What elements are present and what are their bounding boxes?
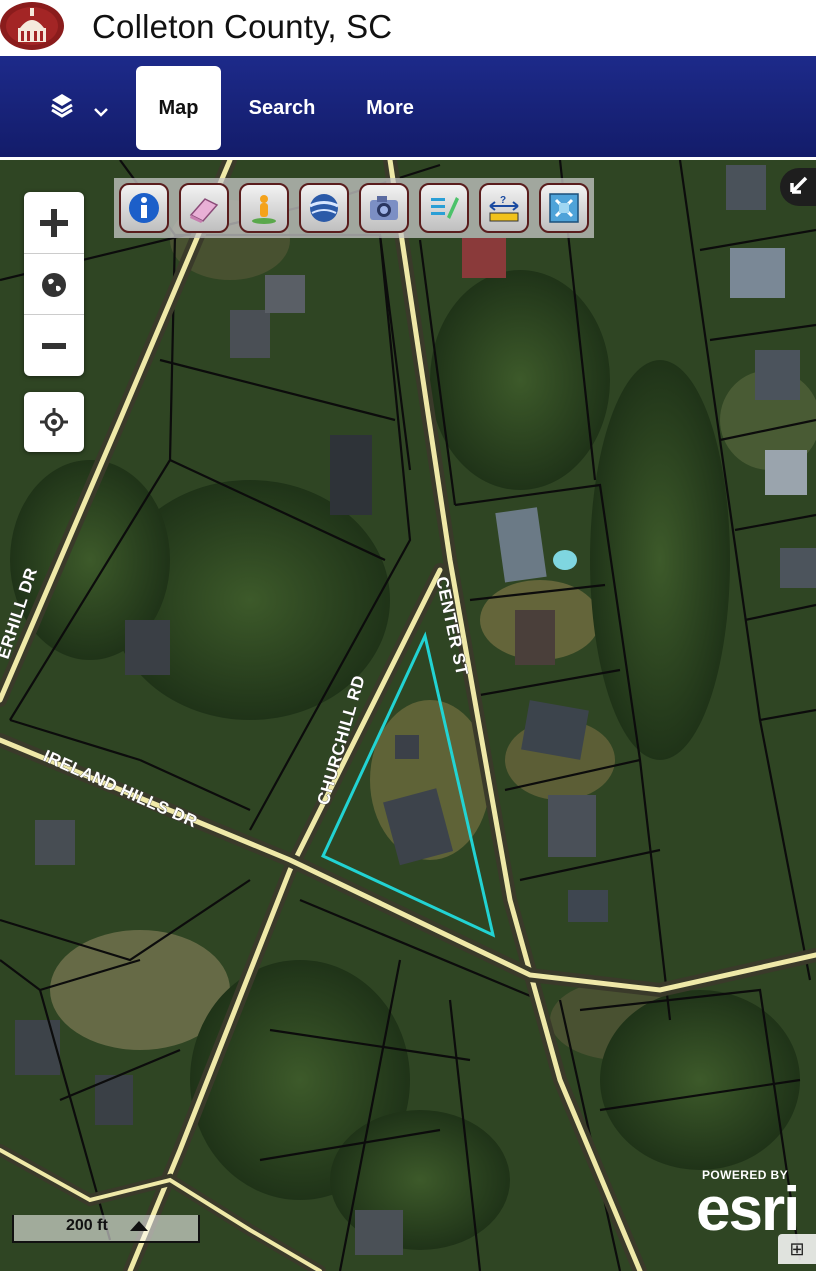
full-extent-tool-button[interactable] (539, 183, 589, 233)
edit-list-tool-button[interactable] (419, 183, 469, 233)
globe-icon (42, 272, 66, 297)
chevron-down-icon (94, 108, 108, 117)
zoom-control (24, 192, 84, 376)
zoom-in-button[interactable] (24, 192, 84, 253)
globe-icon (309, 194, 339, 222)
layers-menu-button[interactable] (44, 88, 124, 128)
locate-button[interactable] (24, 392, 84, 452)
camera-tool-button[interactable] (359, 183, 409, 233)
info-icon (129, 193, 159, 223)
plus-icon (40, 208, 68, 237)
home-extent-button[interactable] (24, 253, 84, 315)
nav-bar: Map Search More (0, 56, 816, 160)
expand-panel-button[interactable] (780, 168, 816, 206)
attribution-toggle-button[interactable]: ⊞ (778, 1234, 816, 1264)
scale-label: 200 ft (66, 1217, 108, 1234)
eraser-tool-button[interactable] (179, 183, 229, 233)
svg-text:?: ? (500, 195, 506, 206)
tab-map[interactable]: Map (136, 66, 221, 150)
measure-tool-button[interactable]: ? (479, 183, 529, 233)
tab-search[interactable]: Search (236, 66, 328, 150)
page-title: Colleton County, SC (92, 8, 393, 45)
scale-toggle-icon[interactable] (130, 1221, 148, 1231)
aerial-imagery: CENTER ST CHURCHILL RD IRELAND HILLS DR … (0, 160, 816, 1271)
minus-icon (42, 342, 66, 349)
county-seal-logo (0, 0, 64, 52)
eraser-icon (189, 198, 219, 223)
map-toolbar: ? (114, 178, 594, 238)
measure-icon: ? (489, 195, 519, 222)
scale-bar: 200 ft (12, 1215, 200, 1243)
app-header: Colleton County, SC (0, 0, 816, 57)
map-view[interactable]: CENTER ST CHURCHILL RD IRELAND HILLS DR … (0, 160, 816, 1271)
street-view-tool-button[interactable] (239, 183, 289, 233)
tab-more[interactable]: More (350, 66, 430, 150)
identify-tool-button[interactable] (119, 183, 169, 233)
layers-icon (51, 94, 108, 118)
zoom-out-button[interactable] (24, 314, 84, 376)
globe-tool-button[interactable] (299, 183, 349, 233)
camera-icon (370, 196, 398, 220)
plus-box-icon: ⊞ (789, 1239, 805, 1259)
full-extent-icon (549, 193, 579, 223)
crosshair-icon (40, 408, 68, 436)
arrow-expand-icon (790, 176, 808, 194)
edit-list-icon (431, 197, 459, 219)
street-view-icon (252, 195, 276, 224)
